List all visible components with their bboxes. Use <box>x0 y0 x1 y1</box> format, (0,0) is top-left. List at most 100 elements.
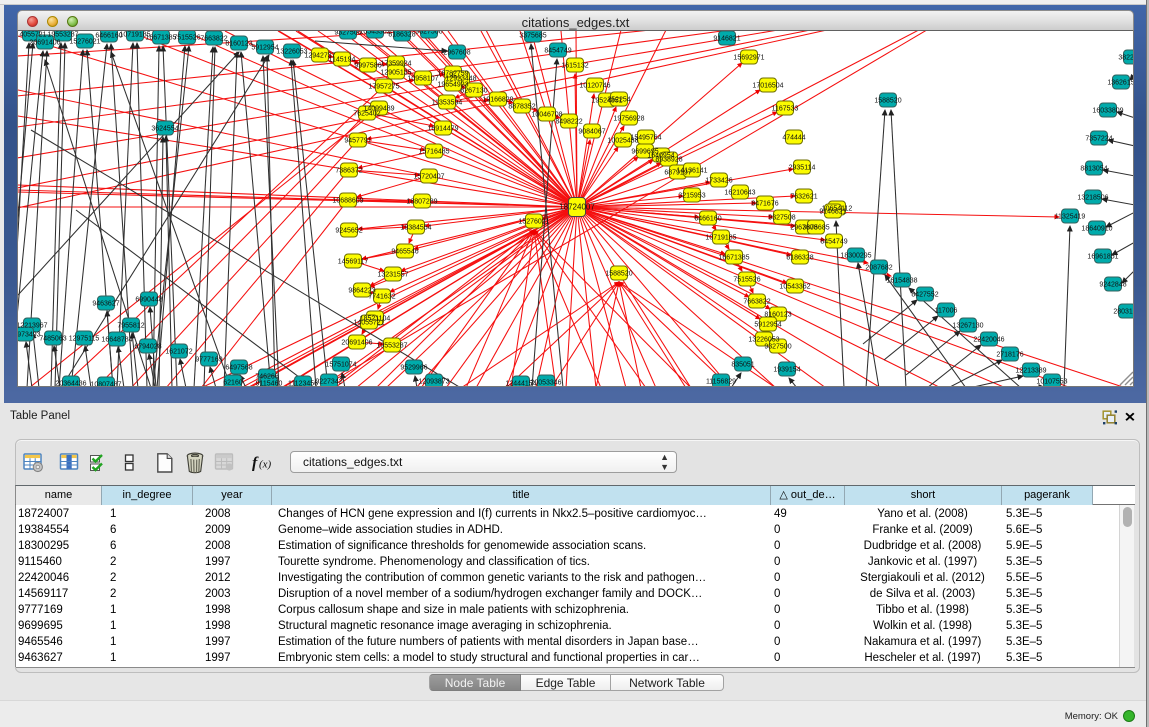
svg-text:252254: 252254 <box>607 97 630 104</box>
svg-text:8471676: 8471676 <box>751 201 778 208</box>
svg-text:22420046: 22420046 <box>973 337 1004 344</box>
svg-text:5912954: 5912954 <box>754 322 781 329</box>
svg-text:1588520: 1588520 <box>605 271 632 278</box>
svg-text:2967608: 2967608 <box>443 50 470 57</box>
svg-text:9997586: 9997586 <box>354 63 381 70</box>
svg-text:19553287: 19553287 <box>47 32 78 39</box>
svg-text:8186328: 8186328 <box>786 255 813 262</box>
svg-text:9242848: 9242848 <box>1099 282 1126 289</box>
svg-text:1939154: 1939154 <box>773 367 800 374</box>
svg-text:3375685: 3375685 <box>519 33 546 40</box>
svg-text:13231557: 13231557 <box>377 272 408 279</box>
svg-text:16671385: 16671385 <box>718 255 749 262</box>
svg-text:3215953: 3215953 <box>678 193 705 200</box>
svg-text:1733426: 1733426 <box>705 178 732 185</box>
svg-text:3624554: 3624554 <box>151 126 178 133</box>
svg-text:18807289: 18807289 <box>406 199 437 206</box>
svg-text:8160123: 8160123 <box>225 41 252 48</box>
svg-text:19384554: 19384554 <box>400 225 431 232</box>
svg-text:12093873: 12093873 <box>418 379 449 386</box>
svg-text:16671385: 16671385 <box>145 35 176 42</box>
svg-text:9146821: 9146821 <box>713 36 740 43</box>
svg-text:f: f <box>252 455 259 472</box>
svg-text:16154838: 16154838 <box>886 278 917 285</box>
svg-text:2087682: 2087682 <box>865 265 892 272</box>
svg-text:10543362: 10543362 <box>359 31 390 36</box>
svg-text:2718176: 2718176 <box>996 352 1023 359</box>
svg-text:8938928: 8938928 <box>655 157 682 164</box>
svg-text:9084067: 9084067 <box>578 129 605 136</box>
svg-text:10688609: 10688609 <box>332 198 363 205</box>
svg-text:9327508: 9327508 <box>768 215 795 222</box>
svg-text:2803144: 2803144 <box>1113 309 1134 316</box>
svg-text:1167533: 1167533 <box>772 106 799 113</box>
svg-text:20053346: 20053346 <box>530 380 561 387</box>
svg-text:1615132: 1615132 <box>561 63 588 70</box>
svg-text:6990448: 6990448 <box>135 297 162 304</box>
svg-text:8454749: 8454749 <box>544 48 571 55</box>
svg-text:8454749: 8454749 <box>820 239 847 246</box>
svg-text:10120746: 10120746 <box>579 83 610 90</box>
svg-text:15716485: 15716485 <box>418 149 449 156</box>
svg-text:7485063: 7485063 <box>39 336 66 343</box>
svg-text:14136141: 14136141 <box>676 168 707 175</box>
svg-text:18640910: 18640910 <box>1081 226 1112 233</box>
svg-text:7357224: 7357224 <box>1085 136 1112 143</box>
svg-text:7625402: 7625402 <box>353 111 380 118</box>
svg-text:15751074: 15751074 <box>325 362 356 369</box>
svg-text:14055721: 14055721 <box>18 32 47 39</box>
svg-text:11123456: 11123456 <box>288 381 318 388</box>
svg-text:8186328: 8186328 <box>388 32 415 39</box>
svg-text:20691406: 20691406 <box>341 340 372 347</box>
svg-text:19553287: 19553287 <box>376 343 407 350</box>
svg-text:3822037: 3822037 <box>1118 55 1134 62</box>
svg-text:11325419: 11325419 <box>1055 214 1086 221</box>
svg-text:16961851: 16961851 <box>1087 254 1118 261</box>
svg-text:18300295: 18300295 <box>840 253 871 260</box>
svg-text:1621072: 1621072 <box>165 349 192 356</box>
svg-text:10719185: 10719185 <box>705 235 736 242</box>
svg-text:8267130: 8267130 <box>460 88 487 95</box>
svg-text:9457791: 9457791 <box>344 138 371 145</box>
svg-text:9227342: 9227342 <box>315 379 342 386</box>
svg-text:7663822: 7663822 <box>200 36 227 43</box>
svg-text:13226053: 13226053 <box>748 337 779 344</box>
svg-text:8427552: 8427552 <box>911 292 938 299</box>
svg-text:10543362: 10543362 <box>779 284 810 291</box>
svg-text:13267130: 13267130 <box>952 323 983 330</box>
svg-text:9529966: 9529966 <box>400 365 427 372</box>
svg-text:16033809: 16033809 <box>1092 108 1123 115</box>
svg-text:10046708: 10046708 <box>531 112 562 119</box>
svg-text:18724007: 18724007 <box>559 203 595 212</box>
svg-text:6466160: 6466160 <box>694 216 721 223</box>
svg-text:15720407: 15720407 <box>413 174 444 181</box>
svg-text:12213389: 12213389 <box>1015 368 1046 375</box>
svg-text:1588520: 1588520 <box>874 98 901 105</box>
svg-text:17359924: 17359924 <box>380 61 411 68</box>
svg-text:19166829: 19166829 <box>482 97 513 104</box>
svg-text:7515526: 7515526 <box>173 35 200 42</box>
svg-text:3375685: 3375685 <box>802 225 829 232</box>
svg-text:9465546: 9465546 <box>391 249 418 256</box>
svg-text:7955812: 7955812 <box>117 323 144 330</box>
svg-text:14055721: 14055721 <box>353 320 384 327</box>
svg-text:11156829: 11156829 <box>706 379 736 386</box>
svg-text:9327500: 9327500 <box>334 31 361 37</box>
svg-text:15276021: 15276021 <box>518 219 549 226</box>
svg-text:7663822: 7663822 <box>743 299 770 306</box>
svg-text:62160: 62160 <box>223 380 243 387</box>
svg-text:10107553: 10107553 <box>1036 379 1067 386</box>
svg-text:12213967: 12213967 <box>18 323 48 330</box>
svg-text:835051: 835051 <box>731 362 754 369</box>
svg-text:(x): (x) <box>259 459 272 471</box>
svg-text:1145194: 1145194 <box>329 57 356 64</box>
svg-text:9146821: 9146821 <box>819 209 846 216</box>
svg-text:6497568: 6497568 <box>225 365 252 372</box>
svg-text:13226053: 13226053 <box>276 49 307 56</box>
svg-text:11353594: 11353594 <box>432 100 463 107</box>
svg-text:10958107: 10958107 <box>407 76 438 83</box>
svg-text:9327500: 9327500 <box>764 344 791 351</box>
svg-text:7632621: 7632621 <box>790 194 817 201</box>
svg-text:10807487: 10807487 <box>90 382 121 388</box>
svg-text:20691406: 20691406 <box>29 40 60 47</box>
